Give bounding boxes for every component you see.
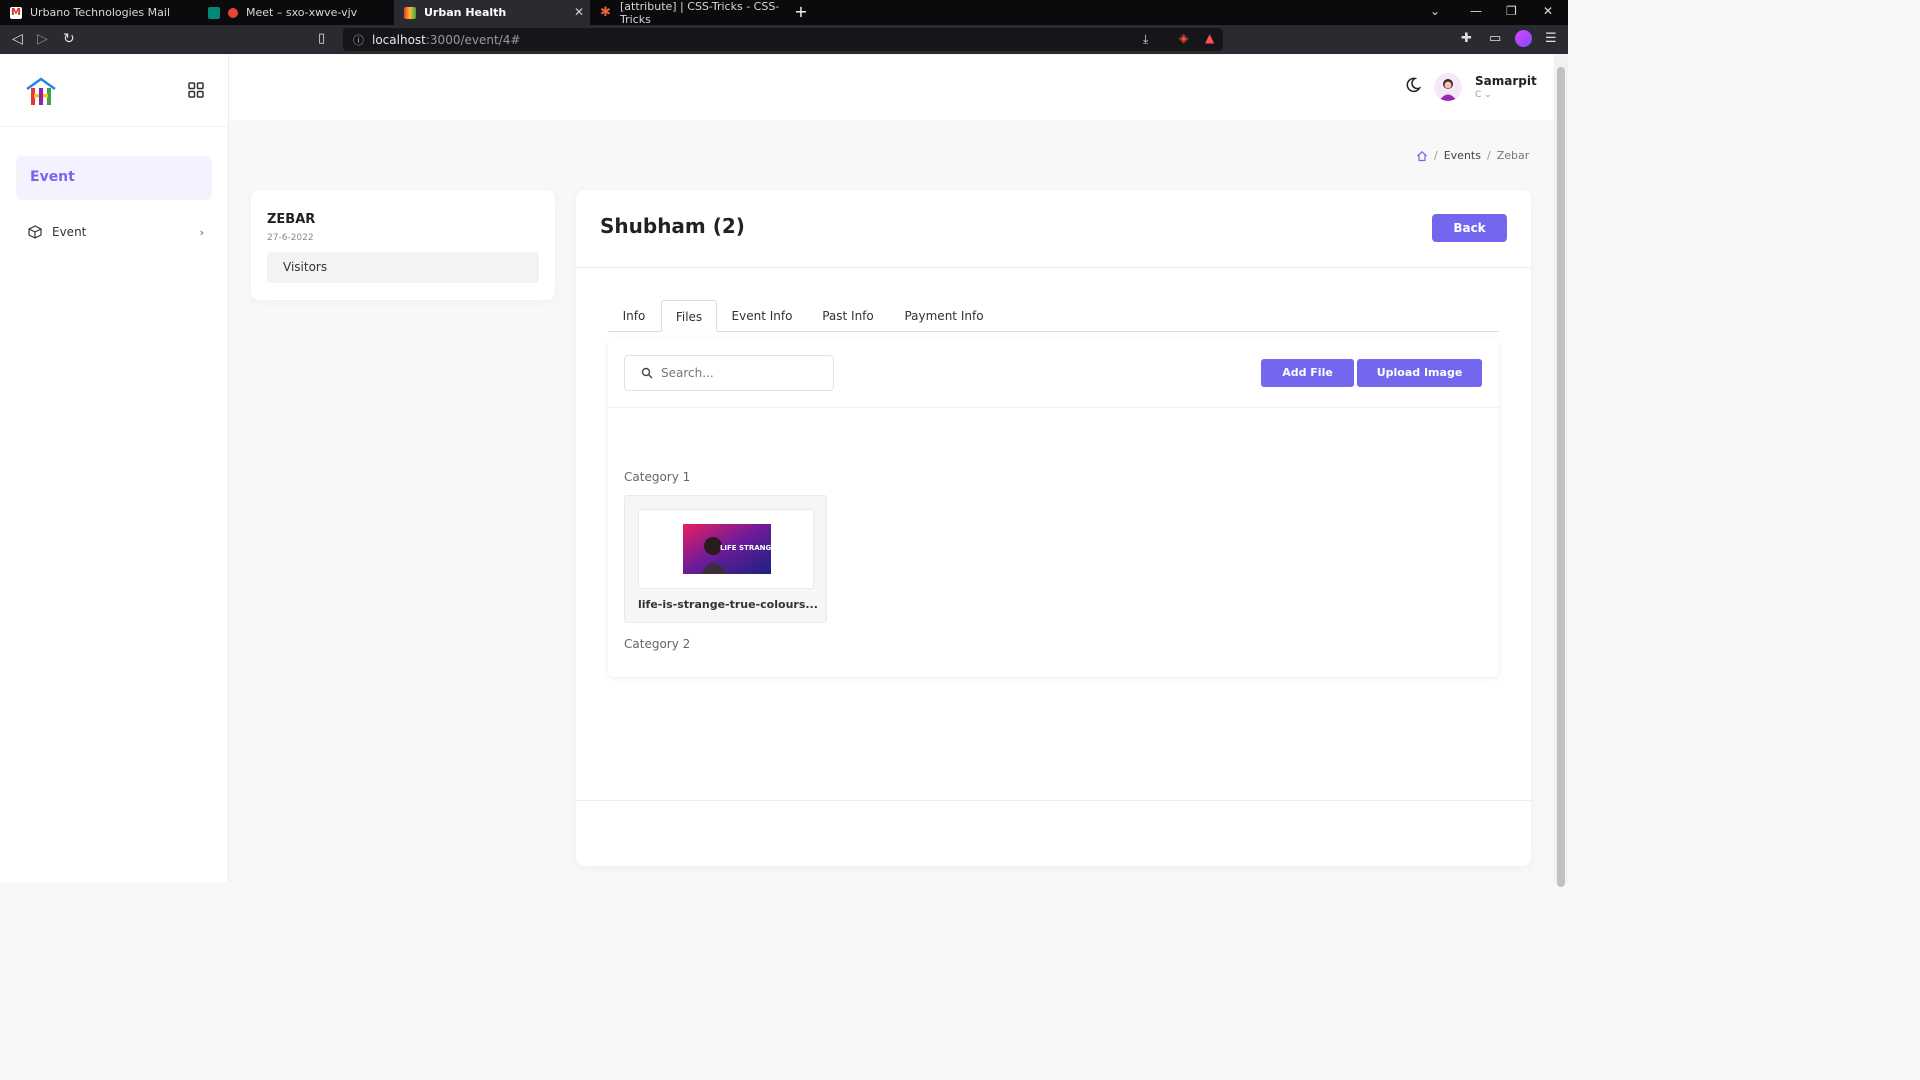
file-name: life-is-strange-true-colours... <box>638 598 818 611</box>
visitor-detail-card: Shubham (2) Back Info Files Event Info P… <box>576 190 1531 866</box>
file-preview-image: LIFE STRANGE <box>683 524 771 574</box>
visitors-menu-item[interactable]: Visitors <box>267 252 539 283</box>
category-heading: Category 2 <box>624 637 691 651</box>
event-date: 27-6-2022 <box>267 233 314 243</box>
logo-area <box>0 55 228 127</box>
divider <box>576 267 1531 268</box>
grid-menu-icon[interactable] <box>188 82 204 98</box>
bookmark-icon[interactable]: ▯ <box>318 31 325 46</box>
detail-tabs: Info Files Event Info Past Info Payment … <box>608 300 1499 332</box>
file-card[interactable]: LIFE STRANGE life-is-strange-true-colour… <box>624 495 827 623</box>
add-file-button[interactable]: Add File <box>1261 359 1354 387</box>
svg-text:LIFE STRANGE: LIFE STRANGE <box>720 544 771 552</box>
urban-health-favicon <box>404 6 416 19</box>
breadcrumb-current: Zebar <box>1496 149 1530 162</box>
divider <box>608 407 1499 408</box>
event-title: ZEBAR <box>267 212 316 227</box>
minimize-icon[interactable]: — <box>1470 4 1482 18</box>
tab-past-info[interactable]: Past Info <box>808 300 888 332</box>
page-title: Shubham (2) <box>600 214 745 238</box>
dark-mode-toggle-icon[interactable] <box>1405 77 1421 93</box>
search-icon <box>641 367 653 379</box>
url-path: :3000/event/4# <box>425 32 521 47</box>
app-logo[interactable] <box>25 77 57 107</box>
tab-urban-health[interactable]: Urban Health ✕ <box>394 0 590 25</box>
user-name[interactable]: Samarpit <box>1475 74 1537 88</box>
user-role[interactable]: C ⌄ <box>1475 90 1492 100</box>
category-heading: Category 1 <box>624 470 691 484</box>
sidebar: Event Event › <box>0 55 229 882</box>
gmail-icon: M <box>10 6 22 19</box>
close-tab-icon[interactable]: ✕ <box>574 5 584 19</box>
page-scrollbar[interactable] <box>1554 55 1568 887</box>
tab-search-icon[interactable]: ⌄ <box>1430 4 1440 18</box>
search-box <box>624 355 834 391</box>
breadcrumb-separator: / <box>1486 149 1491 162</box>
meet-icon <box>208 6 220 19</box>
forward-nav-icon[interactable]: ▷ <box>37 31 48 47</box>
wallet-icon[interactable]: ▭ <box>1489 31 1501 46</box>
files-panel: Add File Upload Image Category 1 <box>608 339 1499 677</box>
breadcrumb-separator: / <box>1434 149 1438 162</box>
home-icon[interactable] <box>1416 150 1428 162</box>
tab-meet[interactable]: Meet – sxo-xwve-vjv <box>198 0 394 25</box>
site-info-icon[interactable]: ⓘ <box>353 32 364 48</box>
sidebar-item-label: Event <box>52 225 87 239</box>
back-button[interactable]: Back <box>1432 214 1507 242</box>
url-field[interactable]: ⓘ localhost:3000/event/4# ⤓ ◈ ▲ <box>343 28 1223 51</box>
tab-css-tricks[interactable]: ✱ [attribute] | CSS-Tricks - CSS-Tricks <box>590 0 786 26</box>
chevron-right-icon: › <box>199 225 204 239</box>
new-tab-icon[interactable]: + <box>792 3 810 21</box>
chevron-down-icon: ⌄ <box>1484 90 1492 100</box>
url-host: localhost <box>372 32 426 47</box>
divider <box>576 800 1531 801</box>
sidebar-section-event[interactable]: Event <box>16 156 212 200</box>
address-bar: ◁ ▷ ↻ ▯ ⓘ localhost:3000/event/4# ⤓ ◈ ▲ … <box>0 25 1568 54</box>
avatar[interactable] <box>1434 73 1462 101</box>
tab-files[interactable]: Files <box>661 300 717 332</box>
upload-image-button[interactable]: Upload Image <box>1357 359 1482 387</box>
tab-payment-info[interactable]: Payment Info <box>894 300 994 332</box>
tab-event-info[interactable]: Event Info <box>720 300 804 332</box>
event-summary-card: ZEBAR 27-6-2022 Visitors <box>251 190 555 300</box>
sidebar-item-event[interactable]: Event › <box>28 222 204 242</box>
scrollbar-thumb[interactable] <box>1557 67 1565 887</box>
brave-rewards-icon[interactable]: ▲ <box>1205 31 1214 45</box>
css-tricks-icon: ✱ <box>600 4 611 20</box>
top-navbar: Samarpit C ⌄ <box>229 55 1554 120</box>
search-input[interactable] <box>661 366 821 380</box>
tab-title: Meet – sxo-xwve-vjv <box>246 6 358 19</box>
tab-title: Urban Health <box>424 6 507 19</box>
tab-title: Urbano Technologies Mail <box>30 6 170 19</box>
user-avatar-icon <box>1439 79 1457 101</box>
breadcrumb: / Events / Zebar <box>1416 149 1529 162</box>
restore-icon[interactable]: ❐ <box>1506 4 1517 18</box>
menu-icon[interactable]: ☰ <box>1545 31 1557 46</box>
tab-mail[interactable]: M Urbano Technologies Mail <box>0 0 198 25</box>
browser-tab-bar: M Urbano Technologies Mail Meet – sxo-xw… <box>0 0 1568 26</box>
back-nav-icon[interactable]: ◁ <box>12 31 23 47</box>
install-icon[interactable]: ⤓ <box>1143 32 1148 47</box>
recording-icon <box>228 7 238 18</box>
close-window-icon[interactable]: ✕ <box>1543 4 1553 18</box>
reload-icon[interactable]: ↻ <box>63 31 75 47</box>
tab-info[interactable]: Info <box>608 300 660 332</box>
extensions-icon[interactable]: ✚ <box>1461 31 1472 46</box>
tab-title: [attribute] | CSS-Tricks - CSS-Tricks <box>620 0 780 26</box>
brave-shield-icon[interactable]: ◈ <box>1179 31 1188 45</box>
breadcrumb-events[interactable]: Events <box>1444 149 1481 162</box>
file-thumbnail[interactable]: LIFE STRANGE <box>638 509 814 589</box>
box-icon <box>28 225 42 239</box>
profile-icon[interactable] <box>1515 30 1532 47</box>
